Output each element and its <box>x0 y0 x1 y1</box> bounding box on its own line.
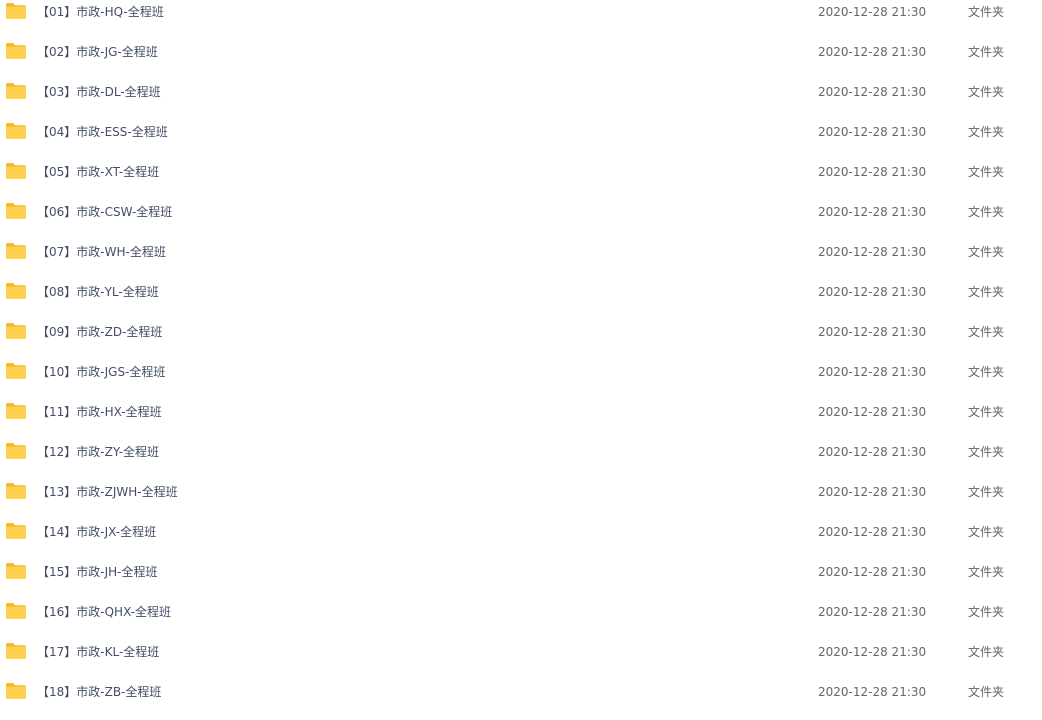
folder-icon <box>6 83 26 99</box>
file-name[interactable]: 【04】市政-ESS-全程班 <box>37 123 168 141</box>
file-row[interactable]: 【03】市政-DL-全程班 2020-12-28 21:30 文件夹 <box>0 80 1042 120</box>
file-row[interactable]: 【08】市政-YL-全程班 2020-12-28 21:30 文件夹 <box>0 280 1042 320</box>
file-name[interactable]: 【01】市政-HQ-全程班 <box>37 3 164 21</box>
file-row[interactable]: 【11】市政-HX-全程班 2020-12-28 21:30 文件夹 <box>0 400 1042 440</box>
file-modified-date: 2020-12-28 21:30 <box>818 445 927 459</box>
file-modified-date: 2020-12-28 21:30 <box>818 565 927 579</box>
file-row[interactable]: 【02】市政-JG-全程班 2020-12-28 21:30 文件夹 <box>0 40 1042 80</box>
file-name[interactable]: 【15】市政-JH-全程班 <box>37 563 158 581</box>
file-name[interactable]: 【11】市政-HX-全程班 <box>37 403 162 421</box>
file-type: 文件夹 <box>968 405 1005 419</box>
folder-icon <box>6 603 26 619</box>
folder-icon <box>6 43 26 59</box>
file-modified-date: 2020-12-28 21:30 <box>818 365 927 379</box>
file-name[interactable]: 【05】市政-XT-全程班 <box>37 163 159 181</box>
file-modified-date: 2020-12-28 21:30 <box>818 525 927 539</box>
file-name[interactable]: 【02】市政-JG-全程班 <box>37 43 158 61</box>
file-type: 文件夹 <box>968 85 1005 99</box>
file-modified-date: 2020-12-28 21:30 <box>818 205 927 219</box>
file-modified-date: 2020-12-28 21:30 <box>818 165 927 179</box>
file-type: 文件夹 <box>968 485 1005 499</box>
folder-icon <box>6 443 26 459</box>
folder-icon <box>6 643 26 659</box>
folder-icon <box>6 203 26 219</box>
file-modified-date: 2020-12-28 21:30 <box>818 405 927 419</box>
file-row[interactable]: 【01】市政-HQ-全程班 2020-12-28 21:30 文件夹 <box>0 0 1042 40</box>
file-name[interactable]: 【09】市政-ZD-全程班 <box>37 323 162 341</box>
file-modified-date: 2020-12-28 21:30 <box>818 645 927 659</box>
file-type: 文件夹 <box>968 565 1005 579</box>
file-name[interactable]: 【10】市政-JGS-全程班 <box>37 363 165 381</box>
file-modified-date: 2020-12-28 21:30 <box>818 325 927 339</box>
folder-icon <box>6 3 26 19</box>
file-name[interactable]: 【13】市政-ZJWH-全程班 <box>37 483 178 501</box>
file-name[interactable]: 【07】市政-WH-全程班 <box>37 243 166 261</box>
file-name[interactable]: 【14】市政-JX-全程班 <box>37 523 156 541</box>
folder-icon <box>6 403 26 419</box>
file-row[interactable]: 【12】市政-ZY-全程班 2020-12-28 21:30 文件夹 <box>0 440 1042 480</box>
folder-icon <box>6 523 26 539</box>
file-row[interactable]: 【13】市政-ZJWH-全程班 2020-12-28 21:30 文件夹 <box>0 480 1042 520</box>
file-row[interactable]: 【18】市政-ZB-全程班 2020-12-28 21:30 文件夹 <box>0 680 1042 720</box>
file-type: 文件夹 <box>968 645 1005 659</box>
file-name[interactable]: 【18】市政-ZB-全程班 <box>37 683 161 701</box>
file-row[interactable]: 【07】市政-WH-全程班 2020-12-28 21:30 文件夹 <box>0 240 1042 280</box>
folder-icon <box>6 683 26 699</box>
file-type: 文件夹 <box>968 5 1005 19</box>
file-modified-date: 2020-12-28 21:30 <box>818 85 927 99</box>
file-name[interactable]: 【17】市政-KL-全程班 <box>37 643 159 661</box>
folder-icon <box>6 123 26 139</box>
file-type: 文件夹 <box>968 325 1005 339</box>
file-type: 文件夹 <box>968 445 1005 459</box>
file-modified-date: 2020-12-28 21:30 <box>818 685 927 699</box>
file-modified-date: 2020-12-28 21:30 <box>818 5 927 19</box>
folder-icon <box>6 243 26 259</box>
file-type: 文件夹 <box>968 525 1005 539</box>
file-modified-date: 2020-12-28 21:30 <box>818 245 927 259</box>
file-type: 文件夹 <box>968 205 1005 219</box>
file-row[interactable]: 【09】市政-ZD-全程班 2020-12-28 21:30 文件夹 <box>0 320 1042 360</box>
file-row[interactable]: 【06】市政-CSW-全程班 2020-12-28 21:30 文件夹 <box>0 200 1042 240</box>
file-type: 文件夹 <box>968 165 1005 179</box>
file-row[interactable]: 【14】市政-JX-全程班 2020-12-28 21:30 文件夹 <box>0 520 1042 560</box>
file-row[interactable]: 【04】市政-ESS-全程班 2020-12-28 21:30 文件夹 <box>0 120 1042 160</box>
file-row[interactable]: 【10】市政-JGS-全程班 2020-12-28 21:30 文件夹 <box>0 360 1042 400</box>
file-row[interactable]: 【05】市政-XT-全程班 2020-12-28 21:30 文件夹 <box>0 160 1042 200</box>
file-name[interactable]: 【08】市政-YL-全程班 <box>37 283 159 301</box>
file-type: 文件夹 <box>968 685 1005 699</box>
file-name[interactable]: 【16】市政-QHX-全程班 <box>37 603 171 621</box>
file-modified-date: 2020-12-28 21:30 <box>818 605 927 619</box>
folder-icon <box>6 323 26 339</box>
file-type: 文件夹 <box>968 365 1005 379</box>
file-type: 文件夹 <box>968 605 1005 619</box>
file-type: 文件夹 <box>968 245 1005 259</box>
folder-icon <box>6 283 26 299</box>
file-type: 文件夹 <box>968 125 1005 139</box>
folder-icon <box>6 563 26 579</box>
file-modified-date: 2020-12-28 21:30 <box>818 485 927 499</box>
file-type: 文件夹 <box>968 45 1005 59</box>
folder-icon <box>6 363 26 379</box>
file-row[interactable]: 【16】市政-QHX-全程班 2020-12-28 21:30 文件夹 <box>0 600 1042 640</box>
file-modified-date: 2020-12-28 21:30 <box>818 125 927 139</box>
file-modified-date: 2020-12-28 21:30 <box>818 285 927 299</box>
folder-icon <box>6 163 26 179</box>
file-row[interactable]: 【17】市政-KL-全程班 2020-12-28 21:30 文件夹 <box>0 640 1042 680</box>
file-list: 【01】市政-HQ-全程班 2020-12-28 21:30 文件夹 【02】市… <box>0 0 1042 714</box>
file-name[interactable]: 【03】市政-DL-全程班 <box>37 83 161 101</box>
file-type: 文件夹 <box>968 285 1005 299</box>
folder-icon <box>6 483 26 499</box>
file-name[interactable]: 【12】市政-ZY-全程班 <box>37 443 159 461</box>
file-name[interactable]: 【06】市政-CSW-全程班 <box>37 203 172 221</box>
file-modified-date: 2020-12-28 21:30 <box>818 45 927 59</box>
file-row[interactable]: 【15】市政-JH-全程班 2020-12-28 21:30 文件夹 <box>0 560 1042 600</box>
